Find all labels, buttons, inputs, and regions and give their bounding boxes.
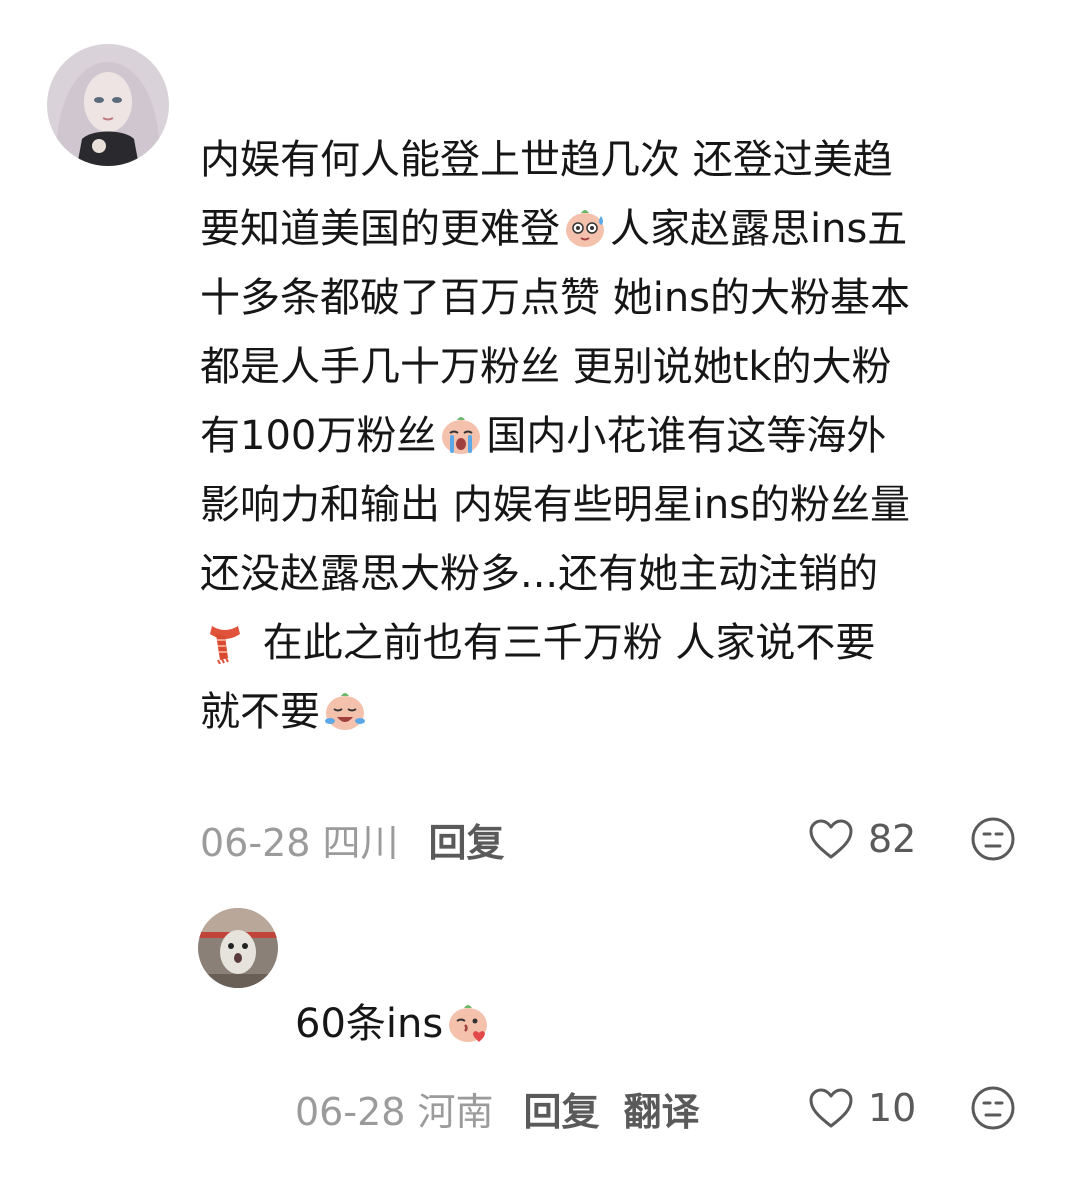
reply-dislike-button[interactable] (970, 1085, 1016, 1131)
comment-line: 在此之前也有三千万粉 人家说不要 (200, 609, 1050, 678)
like-button[interactable]: 82 (808, 815, 916, 863)
reply-like-button[interactable]: 10 (808, 1084, 916, 1132)
reply-avatar[interactable] (198, 908, 278, 988)
neutral-face-icon (971, 1086, 1015, 1130)
like-count: 82 (868, 817, 917, 861)
comment-line: 都是人手几十万粉丝 更别说她tk的大粉 (200, 344, 892, 390)
sweat-face-emoji-icon (562, 204, 608, 250)
avatar[interactable] (47, 44, 169, 166)
crying-face-emoji-icon (438, 411, 484, 457)
reply-text: 60条ins (295, 1001, 444, 1047)
reply-date-location: 06-28 河南 (295, 1089, 494, 1134)
comment-line: 要知道美国的更难登 人家赵露思ins五 (200, 204, 908, 252)
reply-like-count: 10 (868, 1086, 917, 1130)
reply-body: 60条ins (295, 992, 493, 1056)
scarf-emoji-icon (202, 618, 248, 664)
comment-line: 十多条都破了百万点赞 她ins的大粉基本 (200, 275, 911, 321)
reply-button[interactable]: 回复 (429, 812, 505, 867)
comment-line: 就不要 (200, 678, 1050, 747)
comment-body: 内娱有何人能登上世趋几次 还登过美趋 要知道美国的更难登 人家赵露思ins五 十多… (200, 126, 1050, 747)
heart-outline-icon (809, 1088, 853, 1128)
comment-line: 内娱有何人能登上世趋几次 还登过美趋 (200, 137, 893, 183)
heart-outline-icon (809, 819, 853, 859)
comment-line: 影响力和输出 内娱有些明星ins的粉丝量 (200, 482, 911, 528)
neutral-face-icon (971, 817, 1015, 861)
kiss-face-emoji-icon (445, 999, 491, 1045)
dislike-button[interactable] (970, 816, 1016, 862)
reply-button[interactable]: 回复 (524, 1081, 600, 1136)
comment-meta: 06-28 四川 回复 (200, 815, 505, 865)
translate-button[interactable]: 翻译 (624, 1081, 700, 1136)
comment-line: 有100万粉丝 国内小花谁有这等海外 (200, 411, 887, 459)
laugh-cry-emoji-icon (322, 687, 368, 733)
comment-line: 还没赵露思大粉多...还有她主动注销的 (200, 551, 879, 597)
reply-meta: 06-28 河南 回复 翻译 (295, 1084, 700, 1134)
comment-date-location: 06-28 四川 (200, 820, 399, 865)
